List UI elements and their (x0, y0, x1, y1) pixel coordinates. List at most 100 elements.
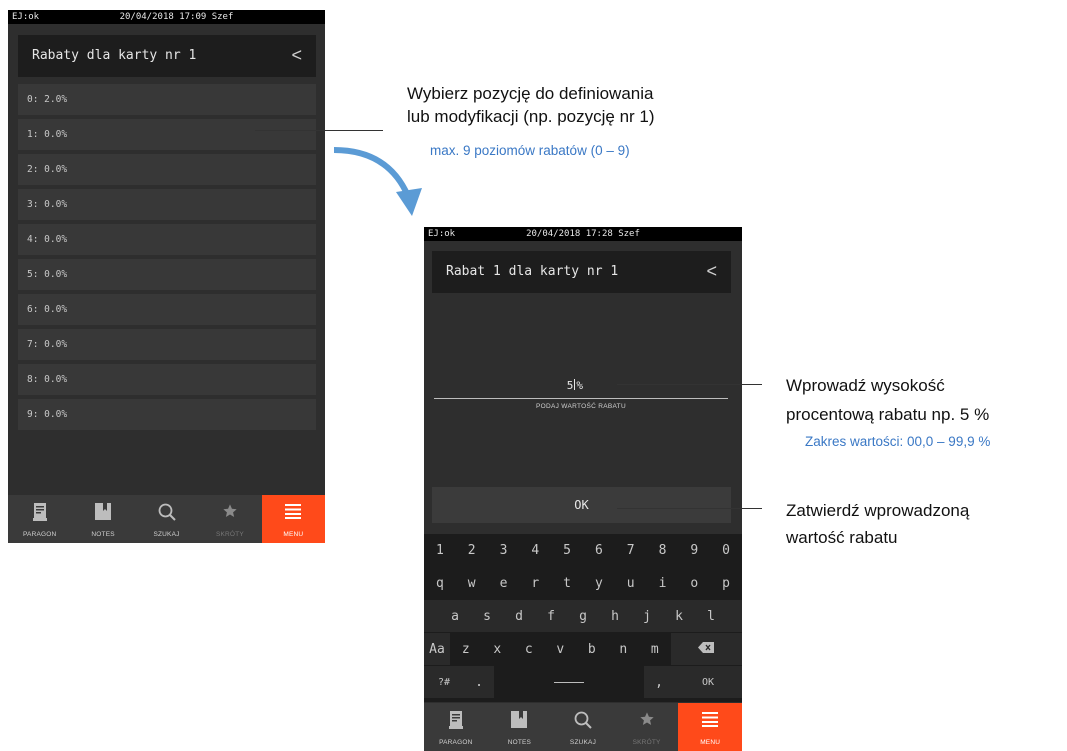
key-b[interactable]: b (576, 633, 608, 665)
discount-edit-screen: EJ:ok 20/04/2018 17:28 Szef Rabat 1 dla … (424, 227, 742, 751)
key-p[interactable]: p (710, 567, 742, 599)
annotation-1: Wybierz pozycję do definiowania lub mody… (407, 82, 737, 128)
discount-list: 0: 2.0% 1: 0.0% 2: 0.0% 3: 0.0% 4: 0.0% … (18, 84, 316, 434)
bookmark-icon (71, 503, 134, 523)
key-7[interactable]: 7 (615, 534, 647, 566)
key-5[interactable]: 5 (551, 534, 583, 566)
key-q[interactable]: q (424, 567, 456, 599)
nav-skroty[interactable]: SKRÓTY (198, 495, 261, 543)
input-value: 5 (566, 379, 574, 392)
key-3[interactable]: 3 (488, 534, 520, 566)
input-underline (434, 398, 728, 399)
key-dot[interactable]: . (464, 666, 494, 698)
nav-menu[interactable]: MENU (261, 495, 325, 543)
key-n[interactable]: n (608, 633, 640, 665)
list-item-4[interactable]: 4: 0.0% (18, 224, 316, 255)
key-r[interactable]: r (519, 567, 551, 599)
key-x[interactable]: x (482, 633, 514, 665)
nav-notes[interactable]: NOTES (488, 703, 552, 751)
key-shift[interactable]: Aa (424, 633, 450, 665)
key-ok[interactable]: OK (674, 666, 742, 698)
backspace-icon (698, 641, 714, 657)
annotation-3-line2: wartość rabatu (786, 528, 898, 547)
discount-input[interactable]: 5% (434, 379, 728, 397)
list-item-2[interactable]: 2: 0.0% (18, 154, 316, 185)
annotation-1-line2: lub modyfikacji (np. pozycję nr 1) (407, 107, 655, 126)
star-icon (198, 503, 261, 523)
key-0[interactable]: 0 (710, 534, 742, 566)
star-icon (615, 711, 679, 731)
key-t[interactable]: t (551, 567, 583, 599)
title-bar: Rabat 1 dla karty nr 1 < (432, 251, 731, 293)
discount-list-screen: EJ:ok 20/04/2018 17:09 Szef Rabaty dla k… (8, 10, 325, 543)
key-a[interactable]: a (439, 600, 471, 632)
list-item-7[interactable]: 7: 0.0% (18, 329, 316, 360)
keyboard: 1 2 3 4 5 6 7 8 9 0 q w e r t y u i o p … (424, 534, 742, 702)
key-i[interactable]: i (647, 567, 679, 599)
list-item-5[interactable]: 5: 0.0% (18, 259, 316, 290)
back-chevron-icon[interactable]: < (706, 251, 717, 291)
ok-button[interactable]: OK (432, 487, 731, 523)
nav-menu[interactable]: MENU (678, 703, 742, 751)
nav-paragon[interactable]: PARAGON (8, 495, 71, 543)
key-w[interactable]: w (456, 567, 488, 599)
key-d[interactable]: d (503, 600, 535, 632)
back-chevron-icon[interactable]: < (291, 35, 302, 75)
annotation-2-sub: Zakres wartości: 00,0 – 99,9 % (805, 434, 991, 449)
input-hint: PODAJ WARTOŚĆ RABATU (536, 403, 626, 410)
key-u[interactable]: u (615, 567, 647, 599)
nav-label: SKRÓTY (632, 739, 661, 746)
key-y[interactable]: y (583, 567, 615, 599)
key-space[interactable] (494, 666, 644, 698)
nav-label: PARAGON (22, 531, 57, 538)
key-c[interactable]: c (513, 633, 545, 665)
key-g[interactable]: g (567, 600, 599, 632)
list-item-6[interactable]: 6: 0.0% (18, 294, 316, 325)
nav-label: NOTES (91, 531, 115, 538)
nav-label: PARAGON (439, 739, 473, 746)
list-item-1[interactable]: 1: 0.0% (18, 119, 316, 150)
page-title: Rabaty dla karty nr 1 (32, 48, 197, 63)
menu-icon (262, 503, 325, 523)
key-e[interactable]: e (488, 567, 520, 599)
list-item-0[interactable]: 0: 2.0% (18, 84, 316, 115)
list-item-8[interactable]: 8: 0.0% (18, 364, 316, 395)
bottom-nav: PARAGON NOTES SZUKAJ SKRÓTY MENU (8, 495, 325, 543)
nav-skroty[interactable]: SKRÓTY (615, 703, 679, 751)
callout-line-2 (617, 384, 762, 385)
key-z[interactable]: z (450, 633, 482, 665)
key-4[interactable]: 4 (519, 534, 551, 566)
status-bar: EJ:ok 20/04/2018 17:09 Szef (8, 10, 325, 24)
nav-szukaj[interactable]: SZUKAJ (551, 703, 615, 751)
key-symbols[interactable]: ?# (424, 666, 464, 698)
key-2[interactable]: 2 (456, 534, 488, 566)
annotation-3-line1: Zatwierdź wprowadzoną (786, 501, 970, 520)
nav-notes[interactable]: NOTES (71, 495, 134, 543)
key-k[interactable]: k (663, 600, 695, 632)
key-9[interactable]: 9 (678, 534, 710, 566)
nav-szukaj[interactable]: SZUKAJ (135, 495, 198, 543)
list-item-9[interactable]: 9: 0.0% (18, 399, 316, 430)
status-datetime: 20/04/2018 17:28 Szef (526, 229, 640, 239)
key-m[interactable]: m (639, 633, 671, 665)
key-6[interactable]: 6 (583, 534, 615, 566)
key-j[interactable]: j (631, 600, 663, 632)
key-l[interactable]: l (695, 600, 727, 632)
list-item-3[interactable]: 3: 0.0% (18, 189, 316, 220)
key-8[interactable]: 8 (647, 534, 679, 566)
key-o[interactable]: o (678, 567, 710, 599)
key-h[interactable]: h (599, 600, 631, 632)
nav-label: MENU (283, 531, 304, 538)
key-v[interactable]: v (545, 633, 577, 665)
key-s[interactable]: s (471, 600, 503, 632)
search-icon (135, 503, 198, 523)
nav-paragon[interactable]: PARAGON (424, 703, 488, 751)
receipt-icon (424, 711, 488, 731)
key-comma[interactable]: , (644, 666, 674, 698)
bookmark-icon (488, 711, 552, 731)
flow-arrow-icon (333, 147, 422, 216)
key-1[interactable]: 1 (424, 534, 456, 566)
key-backspace[interactable] (670, 633, 742, 665)
nav-label: NOTES (507, 739, 532, 746)
key-f[interactable]: f (535, 600, 567, 632)
